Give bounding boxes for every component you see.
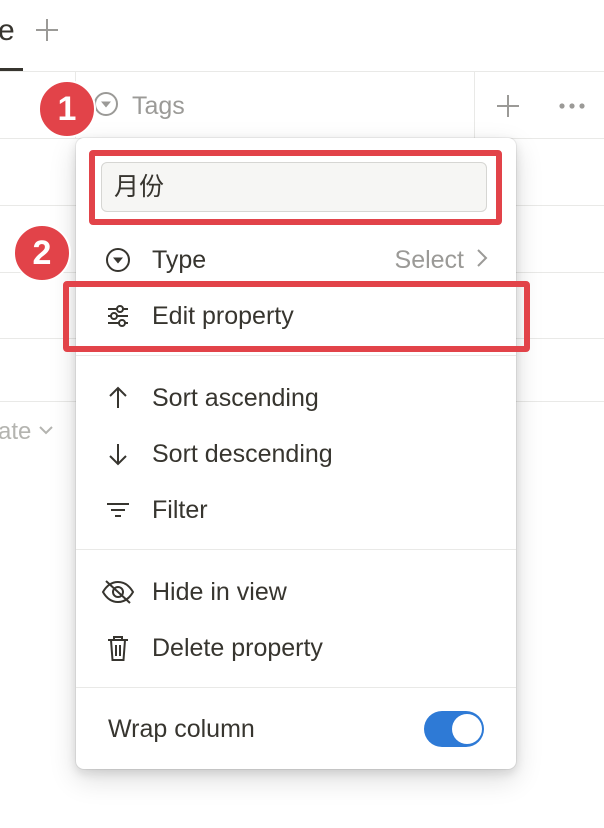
tags-column-header[interactable]: Tags (92, 86, 185, 126)
menu-item-filter[interactable]: Filter (100, 484, 490, 536)
menu-item-label: Sort descending (152, 439, 333, 468)
annotation-badge-2: 2 (13, 224, 71, 282)
menu-item-label: Type (152, 245, 207, 274)
menu-item-label: Hide in view (152, 577, 287, 606)
menu-item-delete-property[interactable]: Delete property (100, 622, 490, 674)
menu-separator (76, 549, 516, 550)
more-icon[interactable] (558, 96, 586, 116)
menu-item-type[interactable]: Type Select (100, 234, 490, 286)
menu-item-label: Delete property (152, 633, 323, 662)
annotation-box-edit-property (63, 281, 530, 352)
select-type-icon (100, 242, 136, 278)
menu-item-hide-in-view[interactable]: Hide in view (100, 566, 490, 618)
chevron-right-icon (474, 247, 490, 274)
view-tab-label[interactable]: e (0, 10, 15, 52)
wrap-column-label: Wrap column (108, 715, 255, 743)
add-column-icon[interactable] (494, 92, 522, 120)
cell-label: ate (0, 418, 32, 445)
select-type-icon (92, 90, 120, 123)
annotation-box-name (89, 150, 502, 225)
divider (0, 71, 604, 72)
menu-separator (76, 355, 516, 356)
column-divider (474, 72, 475, 138)
add-view-icon[interactable] (33, 16, 61, 44)
type-value: Select (394, 245, 464, 274)
menu-item-sort-descending[interactable]: Sort descending (100, 428, 490, 480)
annotation-badge-1: 1 (38, 80, 96, 138)
menu-item-label: Sort ascending (152, 383, 319, 412)
menu-item-label: Filter (152, 495, 208, 524)
filter-icon (100, 492, 136, 528)
column-header-label: Tags (132, 91, 185, 120)
table-cell-date[interactable]: ate (0, 418, 55, 446)
toggle-knob (452, 714, 482, 744)
chevron-down-icon (37, 418, 55, 446)
menu-item-sort-ascending[interactable]: Sort ascending (100, 372, 490, 424)
eye-off-icon (100, 574, 136, 610)
arrow-down-icon (100, 436, 136, 472)
trash-icon (100, 630, 136, 666)
arrow-up-icon (100, 380, 136, 416)
menu-separator (76, 687, 516, 688)
